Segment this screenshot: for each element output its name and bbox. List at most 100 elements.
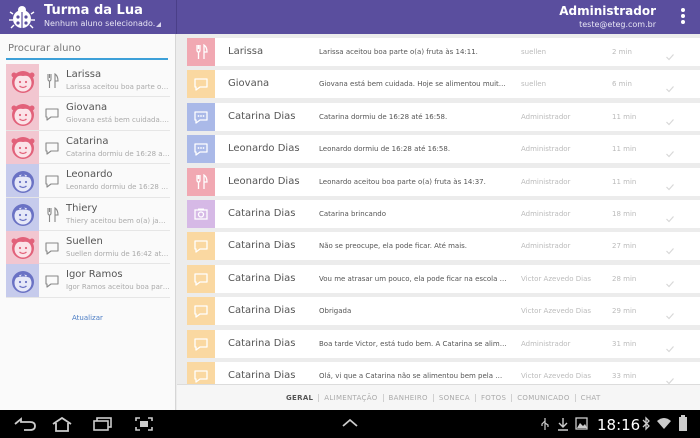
tab-banheiro[interactable]: BANHEIRO — [384, 394, 434, 402]
girl-avatar-icon — [6, 130, 39, 164]
message-text: Giovana está bem cuidada. Hoje se alimen… — [319, 80, 509, 89]
message-student-name: Catarina Dias — [228, 110, 296, 122]
message-author: Administrador — [521, 145, 571, 154]
student-name: Igor Ramos — [66, 269, 123, 281]
student-list-item[interactable]: Giovana Giovana está bem cuidada. Hoje se… — [6, 97, 170, 131]
chat-bubble-icon — [187, 232, 215, 261]
message-student-name: Catarina Dias — [228, 240, 296, 252]
tab-geral[interactable]: GERAL — [281, 394, 320, 402]
message-row[interactable]: Catarina Dias Vou me atrasar um pouco, el… — [187, 264, 700, 293]
tab-chat[interactable]: CHAT — [576, 394, 606, 402]
message-time: 29 min — [612, 307, 637, 316]
class-dropdown-icon[interactable] — [156, 22, 161, 27]
message-time: 28 min — [612, 274, 637, 283]
message-text: Catarina dormiu de 16:28 até 16:58. — [319, 112, 448, 121]
chat-bubble-icon — [44, 240, 60, 256]
girl-avatar-icon — [6, 64, 39, 97]
message-author: suellen — [521, 80, 547, 89]
recent-apps-icon[interactable] — [92, 416, 114, 432]
message-time: 18 min — [612, 210, 637, 218]
message-student-name: Larissa — [228, 46, 264, 57]
cutlery-icon — [44, 72, 60, 89]
cutlery-icon — [187, 38, 215, 66]
message-text: Larissa aceitou boa parte o(a) fruta às … — [319, 48, 478, 56]
student-last-activity: Giovana está bem cuidada. Hoje se alimen… — [66, 116, 170, 125]
message-student-name: Catarina Dias — [228, 208, 296, 219]
message-row[interactable]: Larissa Larissa aceitou boa parte o(a) fr… — [187, 38, 700, 66]
ladybug-logo-icon[interactable] — [8, 4, 36, 30]
tab-fotos[interactable]: FOTOS — [476, 394, 513, 402]
read-check-icon — [665, 144, 675, 158]
message-text: Obrigada — [319, 307, 352, 316]
chat-dots-icon — [187, 102, 215, 131]
read-check-icon — [665, 47, 675, 61]
message-author: Victor Azevedo Dias — [521, 274, 591, 283]
refresh-link[interactable]: Atualizar — [72, 314, 103, 322]
student-sidebar: Procurar aluno Larissa Larissa aceitou bo… — [0, 34, 176, 410]
chat-bubble-icon — [187, 70, 215, 99]
student-list-item[interactable]: Igor Ramos Igor Ramos aceitou boa parte o… — [6, 264, 170, 298]
chat-bubble-icon — [187, 264, 215, 293]
read-check-icon — [665, 79, 675, 93]
home-icon[interactable] — [50, 416, 74, 432]
message-row[interactable]: Catarina Dias Boa tarde Victor, está tudo… — [187, 329, 700, 358]
student-last-activity: Catarina dormiu de 16:28 até 16:58. — [66, 149, 170, 158]
student-list-item[interactable]: Larissa Larissa aceitou boa parte o(a) fr… — [6, 64, 170, 98]
chat-bubble-icon — [187, 362, 215, 384]
student-list-item[interactable]: Suellen Suellen dormiu de 16:42 até 17:10… — [6, 230, 170, 265]
message-row[interactable]: Leonardo Dias Leonardo dormiu de 16:28 at… — [187, 135, 700, 164]
tab-soneca[interactable]: SONECA — [434, 394, 476, 402]
message-student-name: Leonardo Dias — [228, 175, 300, 187]
message-time: 11 min — [612, 177, 637, 186]
message-row[interactable]: Catarina Dias Olá, vi que a Catarina não … — [187, 362, 700, 384]
overflow-menu-icon[interactable] — [680, 8, 686, 26]
boy-avatar-icon — [6, 197, 39, 231]
student-list: Larissa Larissa aceitou boa parte o(a) fr… — [6, 64, 170, 298]
student-last-activity: Larissa aceitou boa parte o(a) fruta às … — [66, 83, 170, 91]
student-list-item[interactable]: Thiery Thiery aceitou bem o(a) jantar. — [6, 197, 170, 231]
read-check-icon — [665, 339, 675, 352]
girl-avatar-icon — [6, 230, 39, 264]
message-row[interactable]: Catarina Dias Não se preocupe, ela pode f… — [187, 232, 700, 261]
tab-comunicado[interactable]: COMUNICADO — [512, 394, 576, 402]
message-student-name: Catarina Dias — [228, 305, 296, 317]
class-title[interactable]: Turma da Lua — [44, 3, 143, 18]
message-row[interactable]: Giovana Giovana está bem cuidada. Hoje se… — [187, 70, 700, 99]
chevron-up-icon[interactable] — [340, 418, 360, 428]
read-check-icon — [665, 241, 675, 255]
message-text: Vou me atrasar um pouco, ela pode ficar … — [319, 274, 509, 283]
chat-dots-icon — [187, 135, 215, 164]
read-check-icon — [665, 177, 675, 190]
read-check-icon — [665, 274, 675, 288]
category-tab-bar: GERAL ALIMENTAÇÃO BANHEIRO SONECA FOTOS COMUN… — [177, 384, 700, 410]
message-author: Victor Azevedo Dias — [521, 372, 591, 380]
read-check-icon — [665, 112, 675, 126]
message-row[interactable]: Leonardo Dias Leonardo aceitou boa parte … — [187, 167, 700, 196]
student-list-item[interactable]: Leonardo Leonardo dormiu de 16:28 até 16:… — [6, 164, 170, 198]
student-last-activity: Igor Ramos aceitou boa parte o(a) fruta. — [66, 283, 170, 292]
student-last-activity: Leonardo dormiu de 16:28 até 16:58. — [66, 183, 170, 192]
wifi-icon — [657, 418, 671, 429]
message-row[interactable]: Catarina Dias Catarina brincando Administr… — [187, 200, 700, 228]
cutlery-icon — [187, 167, 215, 196]
back-icon[interactable] — [12, 417, 38, 431]
student-list-item[interactable]: Catarina Catarina dormiu de 16:28 até 16:… — [6, 130, 170, 165]
message-row[interactable]: Catarina Dias Obrigada Victor Azevedo Dias… — [187, 297, 700, 326]
tab-alimentação[interactable]: ALIMENTAÇÃO — [319, 394, 384, 402]
appbar-divider — [176, 0, 177, 34]
message-text: Não se preocupe, ela pode ficar. Até mai… — [319, 242, 468, 251]
download-icon — [558, 418, 568, 431]
read-check-icon — [665, 371, 675, 384]
search-input[interactable]: Procurar aluno — [6, 40, 168, 60]
boy-avatar-icon — [6, 264, 39, 298]
message-text: Boa tarde Victor, está tudo bem. A Catar… — [319, 339, 509, 348]
student-last-activity: Thiery aceitou bem o(a) jantar. — [66, 216, 170, 225]
message-text: Catarina brincando — [319, 210, 386, 218]
camera-icon — [187, 200, 215, 228]
message-row[interactable]: Catarina Dias Catarina dormiu de 16:28 at… — [187, 102, 700, 131]
screenshot-icon[interactable] — [134, 416, 154, 432]
student-name: Catarina — [66, 135, 109, 147]
girl-avatar-icon — [6, 97, 39, 131]
status-clock: 18:16 — [597, 416, 641, 434]
student-name: Thiery — [66, 202, 98, 214]
